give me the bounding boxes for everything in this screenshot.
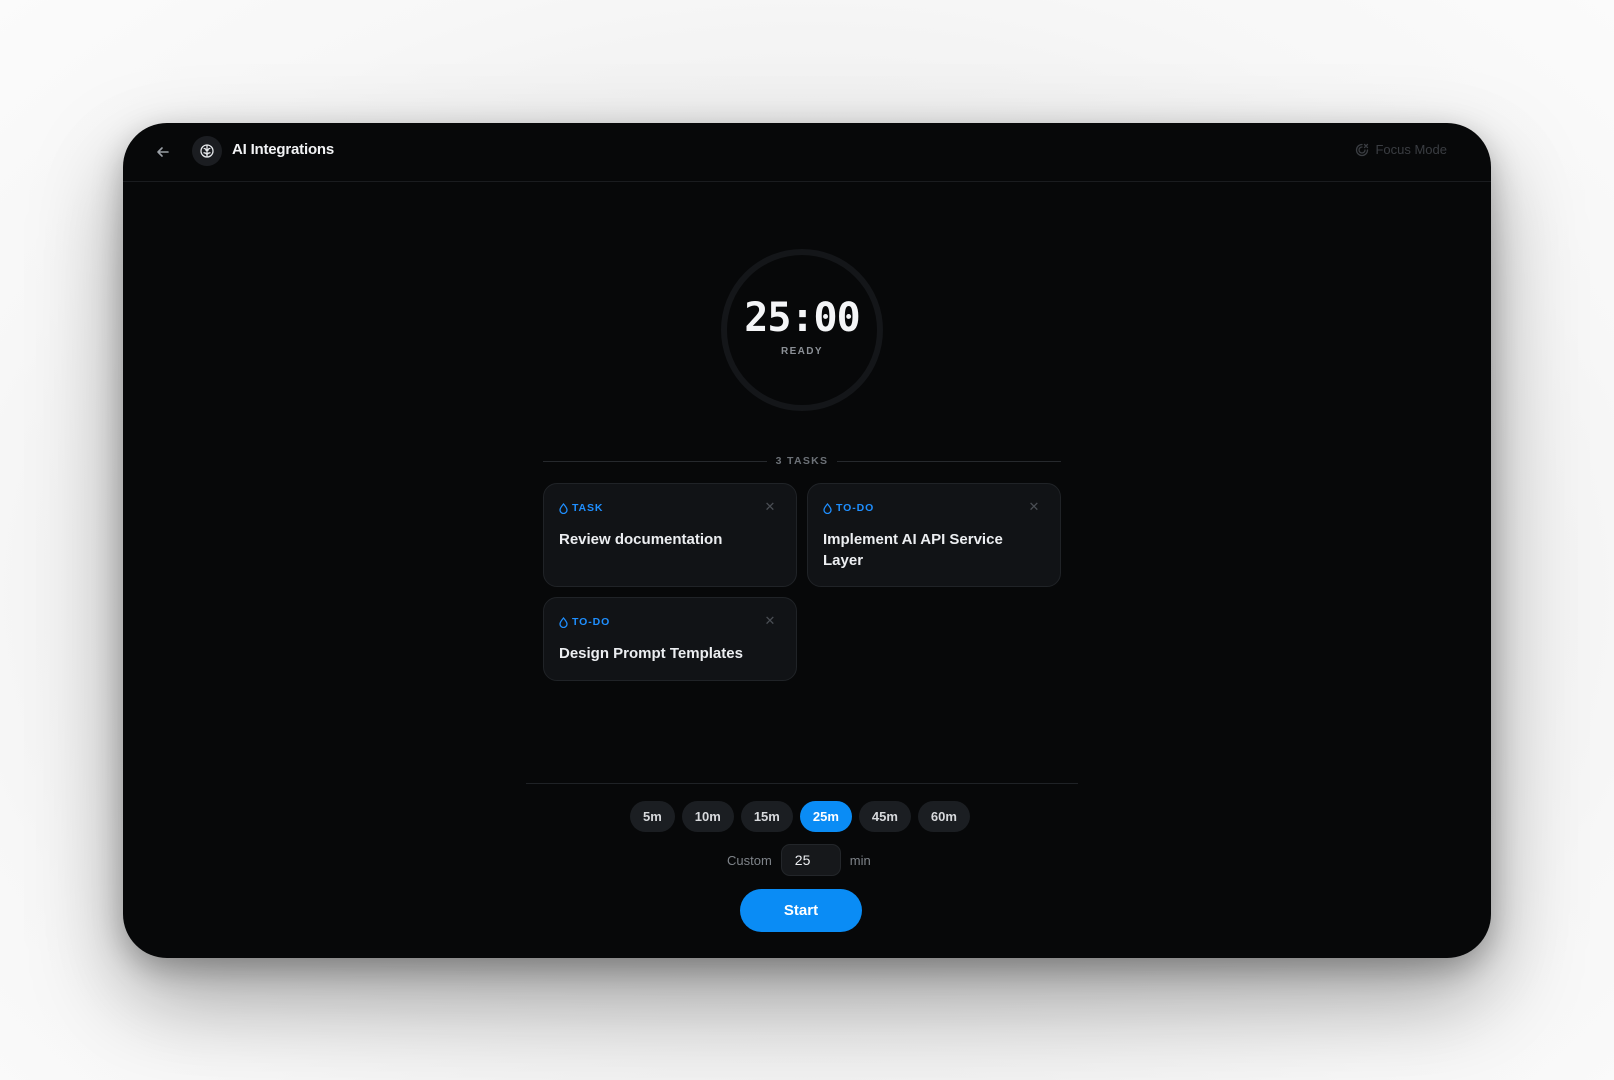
custom-minutes-input[interactable] bbox=[780, 844, 841, 876]
preset-5m[interactable]: 5m bbox=[630, 801, 675, 832]
page-title: AI Integrations bbox=[232, 141, 335, 158]
preset-25m[interactable]: 25m bbox=[799, 801, 852, 832]
timer-status: READY bbox=[780, 346, 823, 357]
preset-60m[interactable]: 60m bbox=[917, 801, 970, 832]
custom-label: Custom bbox=[727, 852, 772, 868]
task-tag-label: TASK bbox=[572, 502, 604, 514]
task-title: Implement AI API Service Layer bbox=[823, 531, 1003, 569]
remove-task-button[interactable]: ✕ bbox=[1028, 500, 1040, 513]
back-button[interactable] bbox=[151, 140, 175, 164]
task-title: Design Prompt Templates bbox=[559, 645, 743, 662]
task-tag: TO-DO bbox=[823, 502, 874, 514]
task-title: Review documentation bbox=[559, 531, 723, 548]
duration-presets: 5m 10m 15m 25m 45m 60m bbox=[630, 801, 970, 832]
task-tag: TASK bbox=[559, 502, 603, 514]
task-count: 3 TASKS bbox=[775, 455, 829, 467]
preset-15m[interactable]: 15m bbox=[740, 801, 793, 832]
task-tag: TO-DO bbox=[559, 616, 610, 628]
app-icon bbox=[192, 136, 222, 166]
drop-icon bbox=[559, 616, 568, 628]
remove-task-button[interactable]: ✕ bbox=[764, 614, 776, 627]
focus-mode-button[interactable]: Focus Mode bbox=[1355, 142, 1447, 157]
divider-line bbox=[837, 460, 1062, 462]
preset-10m[interactable]: 10m bbox=[681, 801, 734, 832]
drop-icon bbox=[559, 502, 568, 514]
task-card[interactable]: TASK ✕ Review documentation bbox=[543, 483, 797, 587]
task-card[interactable]: TO-DO ✕ Design Prompt Templates bbox=[543, 597, 797, 681]
focus-mode-label: Focus Mode bbox=[1375, 142, 1447, 157]
brain-icon bbox=[200, 144, 214, 158]
task-card[interactable]: TO-DO ✕ Implement AI API Service Layer bbox=[807, 483, 1061, 587]
task-tag-label: TO-DO bbox=[836, 502, 875, 514]
start-button[interactable]: Start bbox=[740, 889, 862, 932]
drop-icon bbox=[823, 502, 832, 514]
divider-line bbox=[543, 460, 767, 462]
preset-45m[interactable]: 45m bbox=[858, 801, 911, 832]
task-tag-label: TO-DO bbox=[572, 616, 611, 628]
arrow-left-icon bbox=[157, 147, 169, 157]
bottom-divider bbox=[526, 783, 1078, 784]
remove-task-button[interactable]: ✕ bbox=[764, 500, 776, 513]
custom-unit: min bbox=[849, 852, 871, 868]
top-bar: AI Integrations Focus Mode bbox=[123, 123, 1491, 182]
tasks-divider: 3 TASKS bbox=[543, 453, 1062, 469]
app-window: AI Integrations Focus Mode 25:00 READY 3… bbox=[123, 123, 1491, 958]
focus-eye-icon bbox=[1356, 143, 1369, 156]
custom-duration: Custom min bbox=[727, 844, 871, 876]
timer-display: 25:00 bbox=[744, 295, 860, 341]
